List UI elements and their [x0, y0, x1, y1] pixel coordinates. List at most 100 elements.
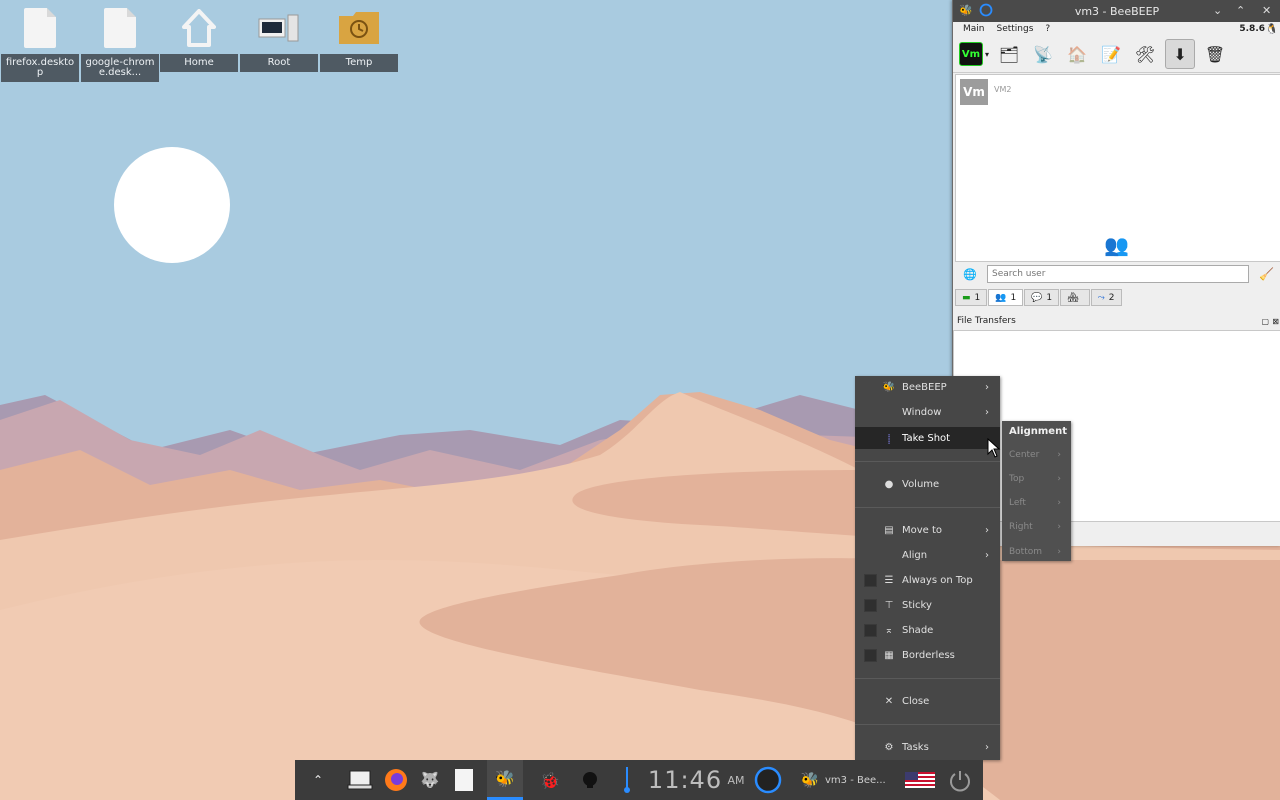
tab-count: 1: [974, 292, 981, 303]
checkbox[interactable]: [864, 598, 877, 612]
submenu-item-right[interactable]: Right ›: [1002, 518, 1071, 536]
chevron-right-icon: ›: [985, 524, 989, 536]
menu-item-borderless[interactable]: ▦ Borderless: [855, 644, 1000, 666]
menu-item-beebeep[interactable]: 🐝 BeeBEEP ›: [855, 376, 1000, 398]
home-icon: [182, 9, 216, 47]
vcard-icon[interactable]: 🗂: [995, 40, 1023, 68]
linux-icon: 🐧: [1265, 23, 1278, 35]
bee-icon: 🐝: [800, 771, 820, 789]
beebeep-task-icon[interactable]: 🐝: [487, 760, 523, 800]
panel-tabs: ▬ 1 👥 1 💬 1 🏘 ⤳ 2: [955, 289, 1123, 306]
update-icon[interactable]: ⬇: [1165, 39, 1196, 69]
submenu-item-center[interactable]: Center ›: [1002, 446, 1071, 464]
maximize-button[interactable]: ⌃: [1236, 4, 1245, 17]
menu-item-take-shot[interactable]: ⸽ Take Shot: [855, 427, 1000, 449]
globe-icon[interactable]: 🌐: [963, 268, 977, 281]
note-icon[interactable]: 📝: [1097, 40, 1125, 68]
chevron-up-icon[interactable]: ⌃: [309, 760, 327, 800]
menu-item-move-to[interactable]: ▤ Move to ›: [855, 519, 1000, 541]
menu-help[interactable]: ?: [1039, 24, 1056, 34]
menu-item-label: Sticky: [902, 599, 932, 611]
status-button[interactable]: Vm: [959, 42, 983, 66]
tab-count: 1: [1046, 292, 1053, 303]
submenu-item-label: Bottom: [1009, 547, 1043, 557]
groups-icon: 💬: [1031, 292, 1043, 303]
tab-groups[interactable]: 💬 1: [1024, 289, 1060, 306]
volume-slider[interactable]: [619, 760, 635, 800]
menu-item-close[interactable]: ✕ Close: [855, 690, 1000, 712]
us-flag-icon[interactable]: [903, 760, 937, 800]
tab-users[interactable]: 👥 1: [988, 289, 1024, 306]
tools-icon[interactable]: 🛠: [1131, 40, 1159, 68]
chat-icon: ▬: [962, 292, 971, 303]
desktop-icon-chrome[interactable]: google-chrome.desk...: [81, 5, 159, 82]
menu-settings[interactable]: Settings: [991, 24, 1040, 34]
borderless-icon: ▦: [884, 649, 894, 661]
desktop-icon-label: google-chrome.desk...: [81, 54, 159, 82]
clear-search-icon[interactable]: 🧹: [1259, 267, 1274, 281]
desktop-icon-label: Home: [160, 54, 238, 72]
chevron-right-icon: ›: [1057, 547, 1061, 557]
menu-item-label: Volume: [902, 478, 940, 490]
menu-item-label: Window: [902, 406, 942, 418]
share-icon: ⤳: [1097, 292, 1105, 303]
file-transfers-label: File Transfers: [957, 316, 1016, 326]
minimize-button[interactable]: ⌄: [1213, 4, 1222, 17]
submenu-item-label: Center: [1009, 450, 1040, 460]
terminal-icon[interactable]: [345, 760, 375, 800]
chevron-right-icon: ›: [1057, 522, 1061, 532]
trash-icon[interactable]: 🗑: [1201, 40, 1229, 68]
menu-item-label: Close: [902, 695, 930, 707]
firefox-icon[interactable]: [381, 760, 411, 800]
close-button[interactable]: ✕: [1262, 4, 1271, 17]
desktop-icon-root[interactable]: Root: [240, 5, 318, 72]
chevron-right-icon: ›: [1057, 450, 1061, 460]
bee-icon: 🐝: [882, 381, 896, 393]
chevron-right-icon: ›: [985, 406, 989, 418]
menu-item-window[interactable]: Window ›: [855, 401, 1000, 423]
menu-item-volume[interactable]: ● Volume: [855, 473, 1000, 495]
desktop-icon-home[interactable]: Home: [160, 5, 238, 72]
text-editor-icon[interactable]: [451, 760, 477, 800]
house-icon[interactable]: 🏠: [1063, 40, 1091, 68]
chevron-right-icon: ›: [985, 741, 989, 753]
tab-chats[interactable]: ▬ 1: [955, 289, 988, 306]
checkbox[interactable]: [864, 623, 877, 637]
checkbox[interactable]: [864, 573, 877, 587]
avatar[interactable]: Vm: [960, 79, 988, 105]
float-icon[interactable]: ▢: [1261, 317, 1269, 326]
menu-main[interactable]: Main: [957, 24, 991, 34]
menu-item-sticky[interactable]: ⊤ Sticky: [855, 594, 1000, 616]
circle-icon[interactable]: [753, 760, 783, 800]
power-icon[interactable]: [945, 760, 975, 800]
submenu-item-bottom[interactable]: Bottom ›: [1002, 543, 1071, 561]
menu-item-align[interactable]: Align ›: [855, 544, 1000, 566]
tab-count: 1: [1010, 292, 1017, 303]
camera-icon[interactable]: [577, 760, 603, 800]
menu-item-shade[interactable]: ⌅ Shade: [855, 619, 1000, 641]
bug-icon[interactable]: 🐞: [535, 760, 565, 800]
close-icon: ✕: [884, 695, 894, 707]
close-panel-icon[interactable]: ⊠: [1272, 317, 1279, 326]
users-group-icon: 👥: [1104, 233, 1129, 257]
broadcast-icon[interactable]: 📡: [1029, 40, 1057, 68]
search-input[interactable]: [987, 265, 1249, 283]
desktop-icon-firefox[interactable]: firefox.desktop: [1, 5, 79, 82]
tab-network[interactable]: 🏘: [1060, 289, 1090, 306]
window-task-label[interactable]: vm3 - Bee...: [825, 760, 891, 800]
menu-item-tasks[interactable]: ⚙ Tasks ›: [855, 736, 1000, 758]
search-row: 🌐 🧹: [955, 262, 1279, 286]
chevron-right-icon: ›: [1057, 498, 1061, 508]
submenu-item-top[interactable]: Top ›: [1002, 470, 1071, 488]
menubar: Main Settings ? 5.8.6 🐧: [953, 22, 1280, 36]
checkbox[interactable]: [864, 648, 877, 662]
desktop-icon-temp[interactable]: Temp: [320, 5, 398, 72]
window-titlebar[interactable]: 🐝 vm3 - BeeBEEP ⌄ ⌃ ✕: [953, 0, 1280, 22]
submenu-item-left[interactable]: Left ›: [1002, 494, 1071, 512]
user-name[interactable]: VM2: [994, 85, 1011, 94]
chevron-down-icon[interactable]: ▾: [985, 50, 989, 59]
tab-shares[interactable]: ⤳ 2: [1090, 289, 1122, 306]
menu-item-always-on-top[interactable]: ☰ Always on Top: [855, 569, 1000, 591]
gimp-icon[interactable]: 🐺: [415, 760, 445, 800]
menu-item-label: Always on Top: [902, 574, 973, 586]
